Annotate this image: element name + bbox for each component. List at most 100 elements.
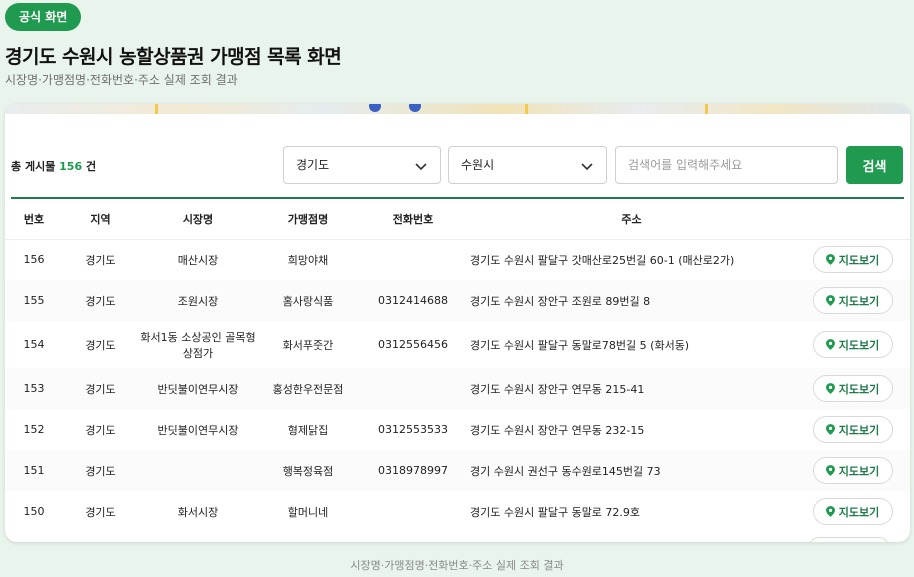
- cell-phone: [358, 368, 468, 409]
- cell-number: 154: [23, 338, 45, 351]
- cell-store: 할머니네: [287, 505, 329, 519]
- table-row: 155 경기도 조원시장 홈사랑식품 0312414688 경기도 수원시 장안…: [5, 280, 910, 321]
- map-pin-icon: [825, 465, 835, 476]
- city-select-value: 수원시: [461, 158, 495, 172]
- column-header-market: 시장명: [138, 199, 258, 240]
- cell-market: 반딧불이연무시장: [138, 368, 258, 409]
- cell-store: 희망야채: [287, 253, 329, 267]
- view-map-button[interactable]: 지도보기: [812, 416, 893, 443]
- cell-address: 경기도 수원시 장안구 연무동 232-15: [470, 423, 645, 437]
- cell-store: 행복정육점: [258, 450, 358, 491]
- view-map-label: 지도보기: [838, 464, 880, 478]
- cell-number: 150: [23, 505, 45, 518]
- cell-region: 경기도: [63, 450, 138, 491]
- cell-number: 153: [5, 368, 63, 409]
- cell-address: 경기 수원시 권선구 동수원로145번길 73: [468, 450, 795, 491]
- table-row: 152 경기도 반딧불이연무시장 형제닭집 0312553533 경기도 수원시…: [5, 409, 910, 450]
- table-row: 154 경기도 화서1동 소상공인 골목형상점가 화서푸줏간 031255645…: [5, 321, 910, 368]
- column-header-region: 지역: [63, 199, 138, 240]
- search-input[interactable]: [615, 146, 838, 184]
- search-toolbar: 총 게시물 156 건 경기도 수원시 검색: [5, 146, 910, 186]
- view-map-label: 지도보기: [838, 294, 880, 308]
- city-select[interactable]: 수원시: [448, 146, 607, 184]
- map-pin-icon: [825, 295, 835, 306]
- cell-action: 지도보기: [795, 450, 910, 491]
- search-button[interactable]: 검색: [846, 146, 903, 184]
- cell-action: 지도보기: [795, 491, 910, 532]
- total-count-label: 총 게시물: [11, 160, 56, 173]
- cell-phone: 0312553533: [378, 423, 448, 436]
- total-count: 총 게시물 156 건: [11, 158, 96, 174]
- view-map-button[interactable]: 지도보기: [812, 457, 893, 484]
- cell-address: 경기도 수원시 장안구 연무동 215-41: [468, 368, 795, 409]
- column-header-number: 번호: [5, 199, 63, 240]
- cell-region: 경기도: [85, 423, 116, 437]
- map-pin-icon: [825, 339, 835, 350]
- view-map-button[interactable]: 지도보기: [812, 375, 893, 402]
- cell-market: 매산시장: [177, 253, 219, 267]
- total-count-unit: 건: [85, 160, 97, 173]
- cell-number: 156: [23, 253, 45, 267]
- column-header-store: 가맹점명: [258, 199, 358, 240]
- view-map-button[interactable]: 지도보기: [812, 331, 893, 358]
- table-row: 156 경기도 매산시장 희망야채 경기도 수원시 팔달구 갓매산로25번길 6…: [5, 239, 910, 280]
- cell-address: 경기도 수원시 장안구 조원로 89번길 8: [468, 280, 795, 321]
- cell-region: 경기도: [63, 280, 138, 321]
- view-map-label: 지도보기: [838, 253, 880, 267]
- chevron-down-icon: [415, 163, 427, 171]
- view-map-button[interactable]: 지도보기: [812, 287, 893, 314]
- view-map-button[interactable]: 지도보기: [812, 498, 893, 525]
- map-preview-strip: [5, 104, 910, 114]
- map-pin-icon: [825, 506, 835, 517]
- column-header-phone: 전화번호: [358, 199, 468, 240]
- view-map-label: 지도보기: [838, 382, 880, 396]
- table-header-row: 번호 지역 시장명 가맹점명 전화번호 주소: [5, 199, 910, 240]
- cell-number: 152: [23, 423, 45, 436]
- map-pin-icon: [825, 254, 835, 266]
- cell-region: 경기도: [63, 368, 138, 409]
- footer-note: 시장명·가맹점명·전화번호·주소 실제 조회 결과: [350, 559, 564, 572]
- cell-number: 155: [5, 280, 63, 321]
- store-list-card: 총 게시물 156 건 경기도 수원시 검색 번호 지역 시장명 가맹점명 전화…: [5, 104, 910, 542]
- next-row-map-button-partial[interactable]: [809, 537, 889, 542]
- cell-action: 지도보기: [795, 321, 910, 368]
- view-map-label: 지도보기: [838, 338, 880, 352]
- table-row: 150 경기도 화서시장 할머니네 경기도 수원시 팔달구 동말로 72.9호 …: [5, 491, 910, 532]
- official-screen-badge: 공식 화면: [5, 3, 82, 31]
- cell-store: 형제닭집: [287, 423, 329, 437]
- chevron-down-icon: [581, 163, 593, 171]
- cell-region: 경기도: [85, 253, 116, 267]
- map-road: [155, 104, 158, 114]
- map-pin-icon: [825, 383, 835, 394]
- view-map-label: 지도보기: [838, 505, 880, 519]
- map-road: [525, 104, 528, 114]
- cell-region: 경기도: [85, 505, 116, 519]
- map-road: [705, 104, 708, 114]
- cell-market: [138, 450, 258, 491]
- cell-phone: 0312414688: [358, 280, 468, 321]
- cell-action: 지도보기: [795, 280, 910, 321]
- cell-action: 지도보기: [795, 239, 910, 280]
- view-map-label: 지도보기: [838, 423, 880, 437]
- total-count-value: 156: [59, 160, 83, 173]
- view-map-button[interactable]: 지도보기: [812, 246, 893, 274]
- cell-phone: 0318978997: [358, 450, 468, 491]
- map-marker-icon: [369, 104, 381, 112]
- table-row: 153 경기도 반딧불이연무시장 홍성한우전문점 경기도 수원시 장안구 연무동…: [5, 368, 910, 409]
- cell-store: 화서푸줏간: [282, 338, 334, 352]
- cell-number: 151: [5, 450, 63, 491]
- cell-market: 반딧불이연무시장: [157, 423, 239, 437]
- cell-market: 화서시장: [177, 505, 219, 519]
- cell-address: 경기도 수원시 팔달구 동말로 72.9호: [470, 505, 641, 519]
- map-pin-icon: [825, 424, 835, 435]
- cell-market: 조원시장: [138, 280, 258, 321]
- column-header-action: [795, 199, 910, 240]
- cell-store: 홍성한우전문점: [258, 368, 358, 409]
- page-title: 경기도 수원시 농할상품권 가맹점 목록 화면: [5, 46, 342, 68]
- province-select-value: 경기도: [296, 158, 330, 172]
- table-row: 151 경기도 행복정육점 0318978997 경기 수원시 권선구 동수원로…: [5, 450, 910, 491]
- cell-address: 경기도 수원시 팔달구 동말로78번길 5 (화서동): [470, 338, 690, 352]
- cell-action: 지도보기: [795, 409, 910, 450]
- cell-phone: [358, 239, 468, 280]
- province-select[interactable]: 경기도: [283, 146, 441, 184]
